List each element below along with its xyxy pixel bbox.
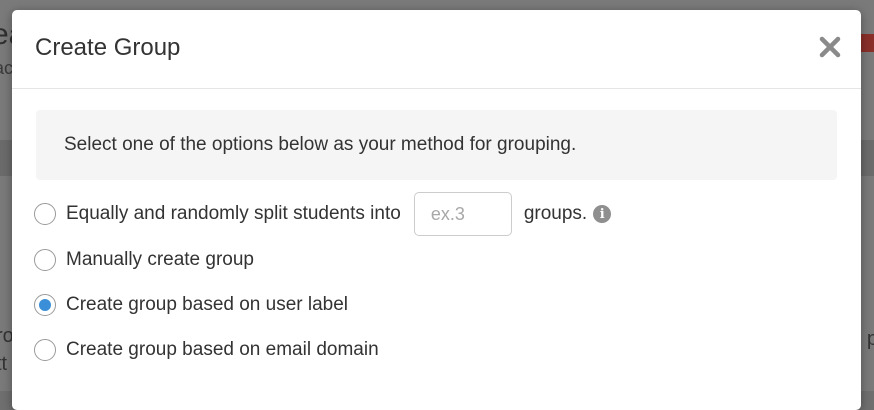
modal-title: Create Group (35, 34, 181, 61)
option-split-randomly: Equally and randomly split students into… (34, 192, 612, 236)
modal-header: Create Group (12, 10, 861, 89)
option-email-domain-label: Create group based on email domain (66, 339, 379, 360)
option-manual-label: Manually create group (66, 249, 254, 270)
close-button[interactable] (819, 36, 841, 58)
option-split-label-suffix: groups. (523, 203, 588, 224)
instructions-box: Select one of the options below as your … (36, 110, 837, 180)
close-icon (819, 36, 841, 58)
option-split-label: Equally and randomly split students into (66, 203, 401, 224)
radio-email-domain[interactable] (34, 339, 56, 361)
radio-user-label[interactable] (34, 294, 56, 316)
option-user-label-label: Create group based on user label (66, 294, 349, 315)
create-group-modal: Create Group Select one of the options b… (12, 10, 861, 410)
option-email-domain: Create group based on email domain (34, 339, 379, 361)
option-manual: Manually create group (34, 249, 254, 271)
instructions-text: Select one of the options below as your … (64, 134, 577, 155)
background-right-text: p (866, 328, 874, 350)
radio-manual[interactable] (34, 249, 56, 271)
radio-split-randomly[interactable] (34, 203, 56, 225)
group-count-input[interactable] (413, 192, 512, 236)
option-user-label: Create group based on user label (34, 294, 348, 316)
info-icon[interactable]: i (593, 205, 612, 223)
